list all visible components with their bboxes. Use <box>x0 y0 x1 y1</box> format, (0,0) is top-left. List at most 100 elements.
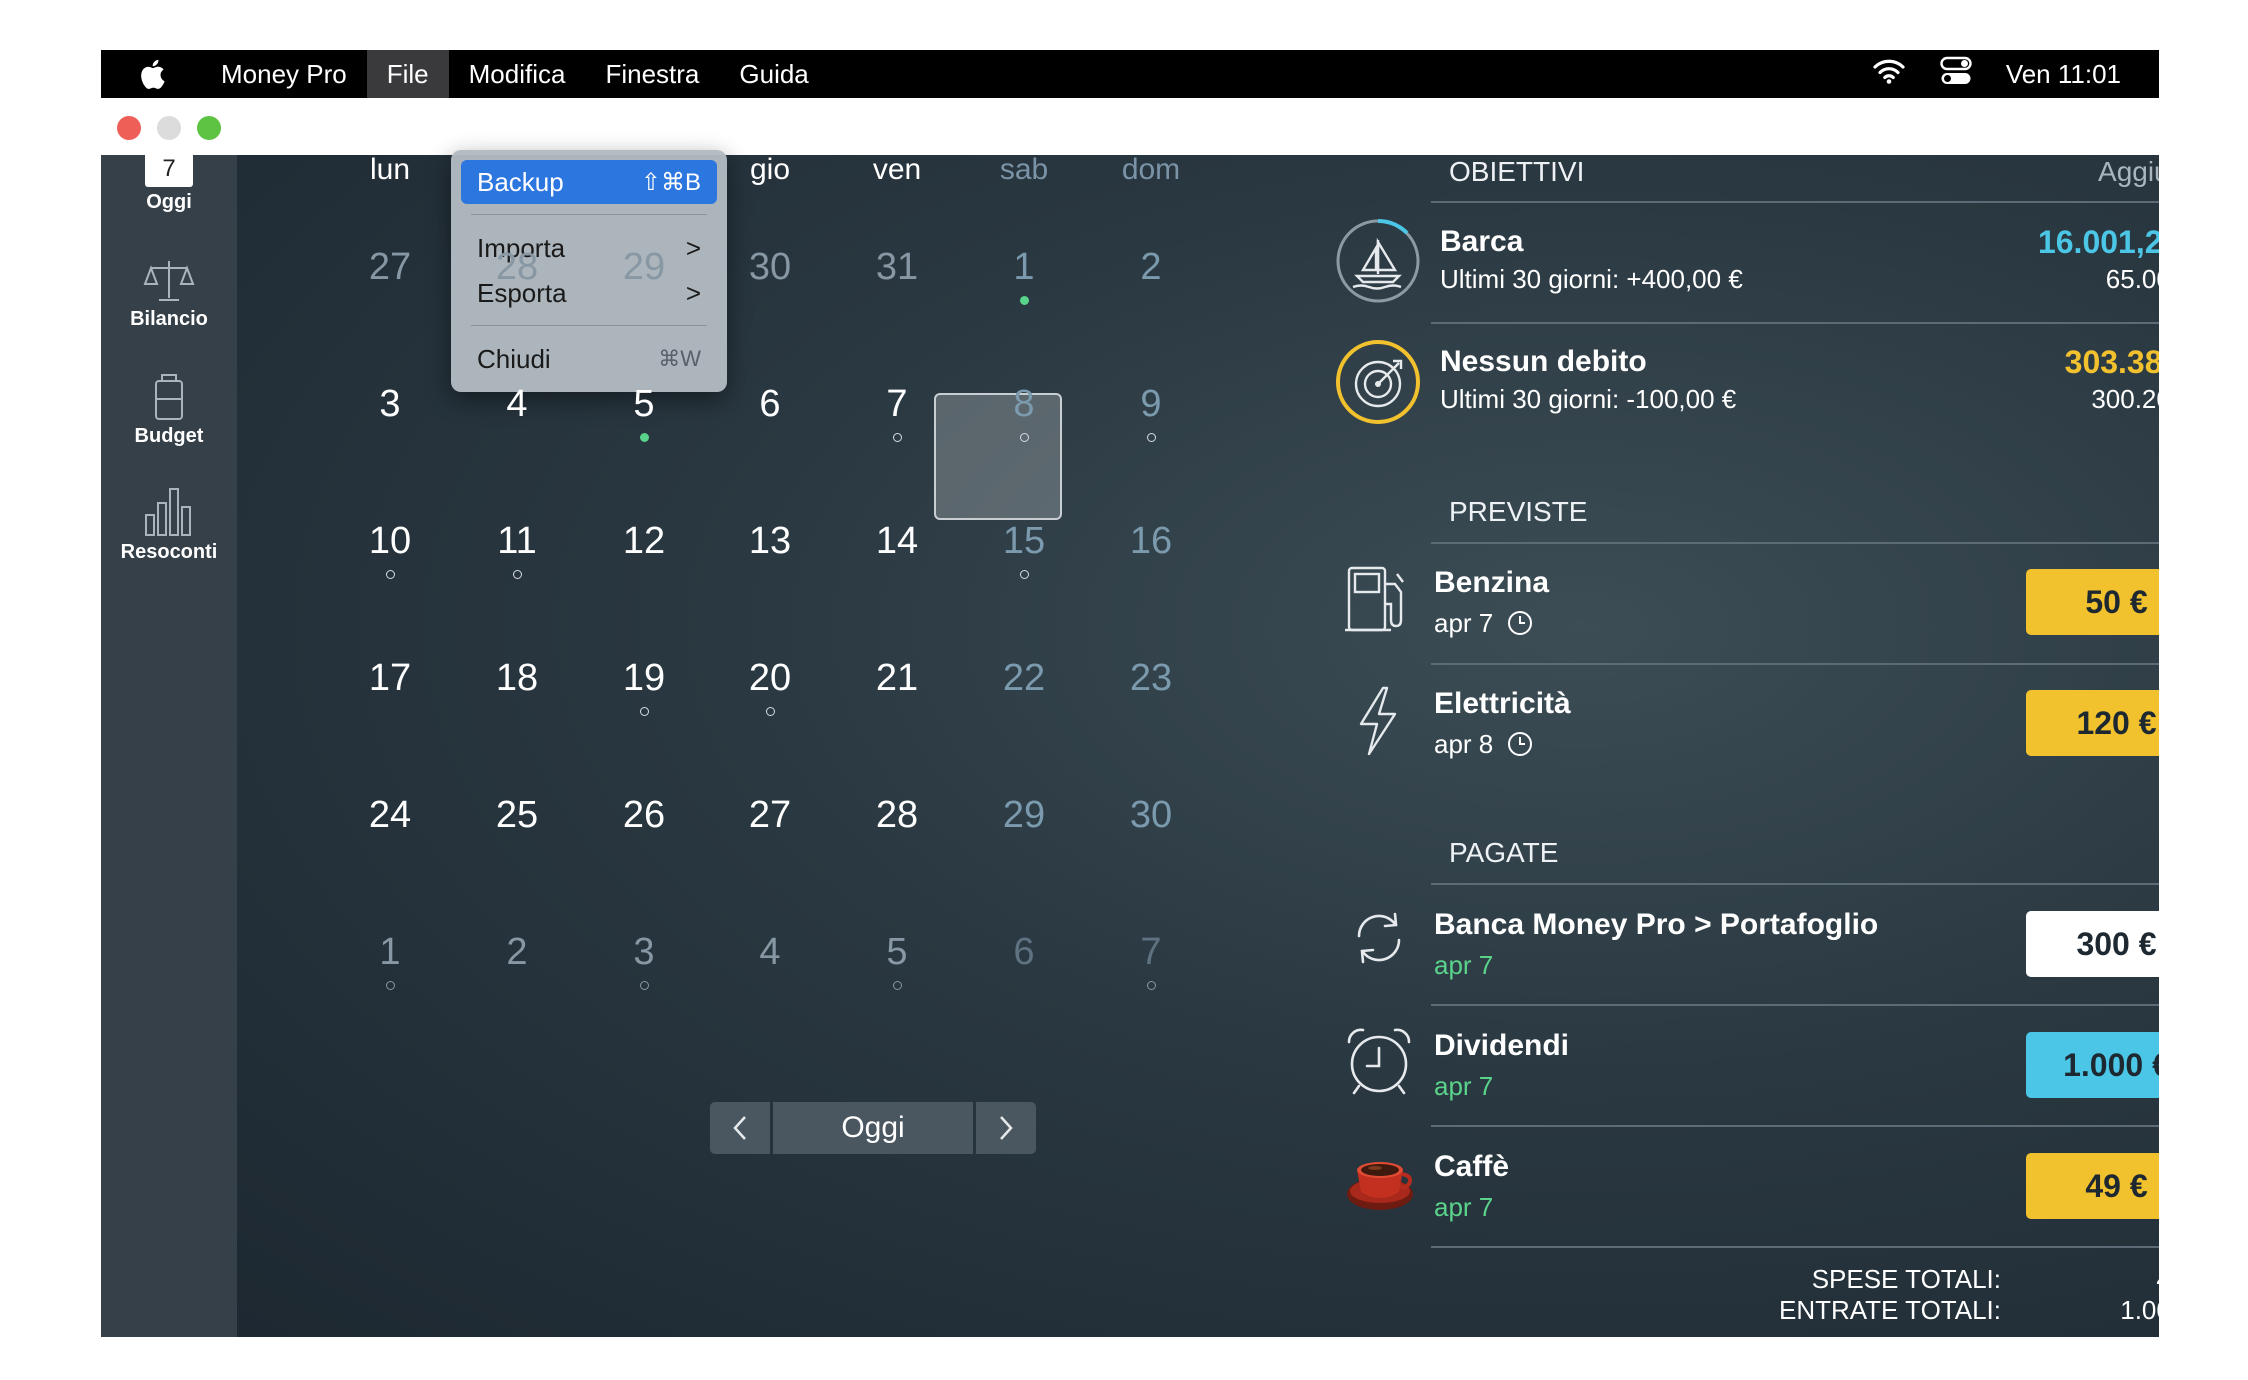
calendar-day[interactable]: 20 <box>720 657 820 716</box>
menu-item-backup-label: Backup <box>477 166 564 197</box>
wifi-icon[interactable] <box>1872 58 1906 91</box>
calendar-day[interactable]: 16 <box>1101 520 1201 563</box>
weekday-ven: ven <box>872 153 922 186</box>
divider <box>1431 542 2159 544</box>
planned-amount-button[interactable]: 50 € <box>2026 569 2159 635</box>
alarm-clock-icon <box>1347 1028 1411 1095</box>
minimize-window-button[interactable] <box>157 116 181 140</box>
today-button[interactable]: Oggi <box>773 1102 973 1154</box>
add-goal-button[interactable]: Aggiungi <box>1981 156 2159 188</box>
weekday-lun: lun <box>369 153 411 186</box>
sidebar: 7 Oggi Bilancio Budget Resoconti <box>101 151 237 1337</box>
sailboat-icon <box>1336 218 1420 303</box>
calendar-day[interactable]: 15 <box>974 520 1074 579</box>
calendar-day[interactable]: 5 <box>847 931 947 990</box>
sidebar-item-bilancio[interactable]: Bilancio <box>101 258 237 331</box>
calendar-day[interactable]: 10 <box>340 520 440 579</box>
calendar-day[interactable]: 21 <box>847 657 947 700</box>
calendar-day[interactable]: 30 <box>1101 794 1201 837</box>
sidebar-item-oggi[interactable]: 7 Oggi <box>101 151 237 214</box>
planned-name: Benzina <box>1434 566 1550 599</box>
calendar-day[interactable]: 22 <box>974 657 1074 700</box>
calendar-day[interactable]: 30 <box>720 246 820 289</box>
calendar-day[interactable]: 7 <box>847 383 947 442</box>
calendar-day[interactable]: 6 <box>974 931 1074 974</box>
transaction-marker-dot <box>1019 570 1029 579</box>
calendar-day[interactable]: 7 <box>1101 931 1201 990</box>
calendar-day[interactable]: 19 <box>594 657 694 716</box>
calendar-day[interactable]: 28 <box>467 246 567 289</box>
calendar-day[interactable]: 17 <box>340 657 440 700</box>
sidebar-label-bilancio: Bilancio <box>130 308 208 330</box>
calendar-day[interactable]: 2 <box>467 931 567 974</box>
goal-name: Nessun debito <box>1440 345 1647 378</box>
planned-section-title: PREVISTE <box>1449 496 1588 527</box>
calendar-day[interactable]: 4 <box>720 931 820 974</box>
chevron-right-icon <box>1000 1116 1013 1140</box>
weekday-gio: gio <box>749 153 791 186</box>
calendar-day[interactable]: 2 <box>1101 246 1201 289</box>
goal-amount: 16.001,29 € <box>2037 224 2159 260</box>
calendar-day[interactable]: 8 <box>974 383 1074 442</box>
calendar-day[interactable]: 12 <box>594 520 694 563</box>
calendar-day[interactable]: 29 <box>594 246 694 289</box>
sidebar-item-budget[interactable]: Budget <box>101 373 237 448</box>
calendar-day[interactable]: 6 <box>720 383 820 426</box>
calendar-day[interactable]: 1 <box>340 931 440 990</box>
menu-item-chiudi[interactable]: Chiudi ⌘W <box>461 337 717 381</box>
menu-clock[interactable]: Ven 11:01 <box>2006 59 2121 90</box>
planned-amount-button[interactable]: 120 € <box>2026 690 2159 756</box>
menu-item-backup[interactable]: Backup ⇧⌘B <box>461 160 717 204</box>
calendar-day[interactable]: 27 <box>340 246 440 289</box>
calendar-day-icon: 7 <box>145 151 193 187</box>
calendar-day[interactable]: 5 <box>594 383 694 442</box>
transaction-marker-dot <box>385 981 395 990</box>
calendar-day[interactable]: 24 <box>340 794 440 837</box>
goal-target: 65.000 € <box>2105 264 2159 294</box>
calendar-day[interactable]: 1 <box>974 246 1074 305</box>
transaction-marker-dot <box>1019 433 1029 442</box>
calendar-day[interactable]: 27 <box>720 794 820 837</box>
sidebar-item-resoconti[interactable]: Resoconti <box>101 485 237 564</box>
calendar-day[interactable]: 3 <box>340 383 440 426</box>
goal-subtitle: Ultimi 30 giorni: +400,00 € <box>1440 264 1743 294</box>
calendar-day[interactable]: 13 <box>720 520 820 563</box>
calendar-day[interactable]: 18 <box>467 657 567 700</box>
menu-item-chiudi-label: Chiudi <box>477 343 551 374</box>
weekday-dom: dom <box>1121 153 1181 186</box>
divider <box>1431 1004 2159 1006</box>
calendar-day[interactable]: 25 <box>467 794 567 837</box>
paid-amount-button[interactable]: 49 € <box>2026 1153 2159 1219</box>
apple-icon[interactable] <box>139 59 201 89</box>
coffee-cup-icon <box>1347 1162 1413 1210</box>
paid-section-title: PAGATE <box>1449 837 1559 868</box>
calendar-day[interactable]: 14 <box>847 520 947 563</box>
planned-name: Elettricità <box>1434 687 1571 720</box>
calendar-day[interactable]: 23 <box>1101 657 1201 700</box>
income-total-value: 1.000 € <box>2120 1295 2159 1325</box>
menu-guida[interactable]: Guida <box>719 50 828 98</box>
divider <box>1431 663 2159 665</box>
paid-amount-button[interactable]: 300 € <box>2026 911 2159 977</box>
chevron-left-icon <box>733 1116 746 1140</box>
calendar-day[interactable]: 11 <box>467 520 567 579</box>
calendar-day[interactable]: 29 <box>974 794 1074 837</box>
zoom-window-button[interactable] <box>197 116 221 140</box>
calendar-day[interactable]: 4 <box>467 383 567 426</box>
menu-modifica[interactable]: Modifica <box>449 50 586 98</box>
close-window-button[interactable] <box>117 116 141 140</box>
calendar-day[interactable]: 31 <box>847 246 947 289</box>
planned-date-text: apr 7 <box>1434 608 1494 638</box>
calendar-day[interactable]: 3 <box>594 931 694 990</box>
calendar-day[interactable]: 26 <box>594 794 694 837</box>
calendar-day[interactable]: 9 <box>1101 383 1201 442</box>
divider <box>1431 322 2159 324</box>
paid-amount-button[interactable]: 1.000 € <box>2026 1032 2159 1098</box>
menu-file[interactable]: File <box>366 50 449 98</box>
menu-finestra[interactable]: Finestra <box>585 50 719 98</box>
menu-app-name[interactable]: Money Pro <box>201 50 367 98</box>
prev-month-button[interactable] <box>710 1102 770 1154</box>
control-center-icon[interactable] <box>1940 56 1972 93</box>
next-month-button[interactable] <box>976 1102 1036 1154</box>
calendar-day[interactable]: 28 <box>847 794 947 837</box>
